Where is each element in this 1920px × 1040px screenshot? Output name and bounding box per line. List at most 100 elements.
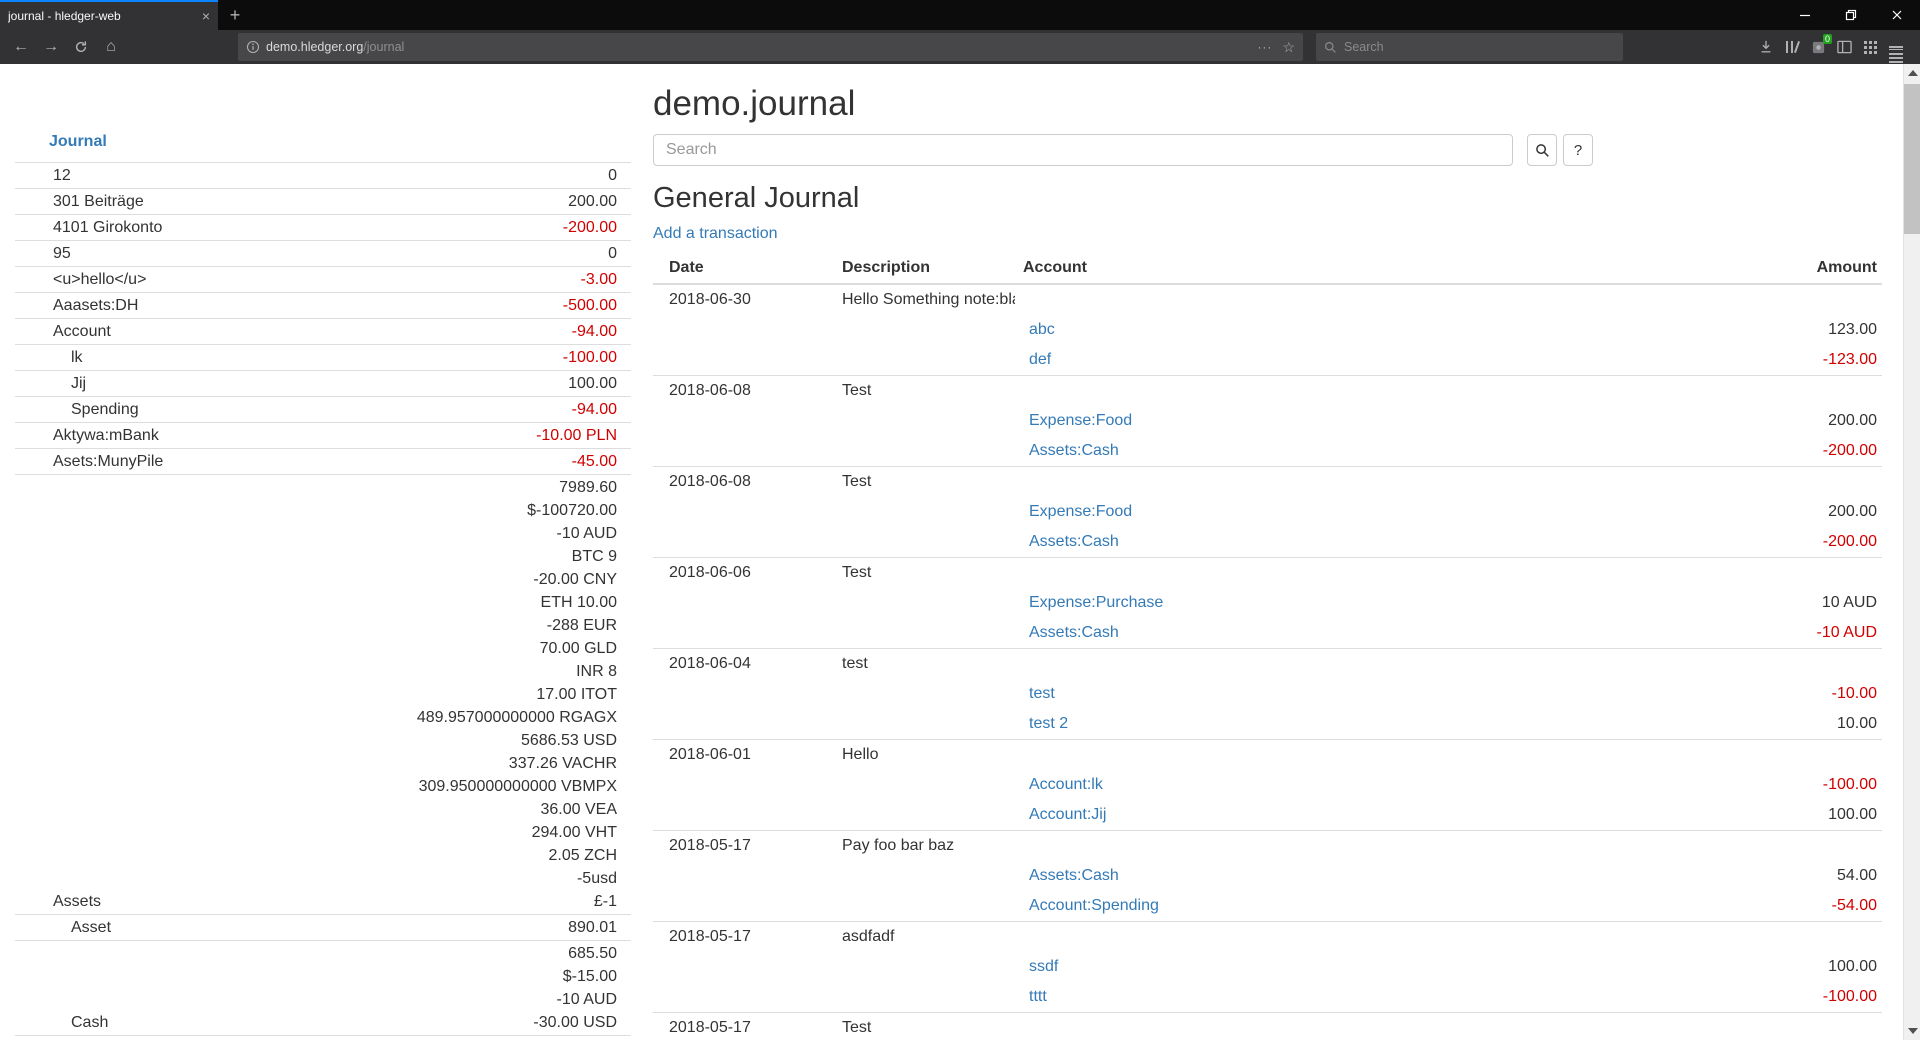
empty-cell [653, 436, 834, 467]
sidebar-account-link[interactable]: 4101 Girokonto [15, 216, 162, 239]
site-info-icon[interactable] [246, 40, 260, 54]
transaction-description: test [834, 649, 1015, 680]
transaction-date: 2018-05-17 [653, 922, 834, 953]
bookmark-star-icon[interactable]: ☆ [1282, 39, 1295, 56]
posting-account-link[interactable]: test 2 [1029, 715, 1068, 732]
window-minimize-button[interactable] [1782, 0, 1828, 30]
posting-account-link[interactable]: tttt [1029, 988, 1047, 1005]
empty-cell [653, 406, 834, 436]
sidebar-account-link[interactable]: Aaasets:DH [15, 294, 138, 317]
url-path: /journal [363, 40, 404, 54]
forward-icon[interactable]: → [36, 33, 66, 61]
sidebar-account-link[interactable]: 95 [15, 242, 71, 265]
posting-account-link[interactable]: ssdf [1029, 958, 1058, 975]
balance-amount: -10 AUD [533, 988, 617, 1011]
window-close-button[interactable] [1874, 0, 1920, 30]
posting-account-link[interactable]: Expense:Food [1029, 412, 1132, 429]
home-icon[interactable]: ⌂ [96, 33, 126, 61]
posting-account-link[interactable]: Account:lk [1029, 776, 1103, 793]
empty-cell [834, 315, 1015, 345]
sidebar-account-row: <u>hello</u>-3.00 [15, 266, 631, 292]
sidebar-account-link[interactable]: Jij [15, 372, 86, 395]
sidebar-account-link[interactable]: 12 [15, 164, 71, 187]
posting-account-link[interactable]: abc [1029, 321, 1055, 338]
empty-cell [834, 982, 1015, 1013]
sidebar-account-link[interactable]: Asset [15, 916, 111, 939]
library-icon[interactable] [1779, 33, 1805, 61]
empty-cell [1015, 558, 1642, 589]
browser-tab[interactable]: journal - hledger-web × [0, 0, 218, 30]
posting-account-link[interactable]: Expense:Purchase [1029, 594, 1163, 611]
empty-cell [834, 770, 1015, 800]
posting-account-link[interactable]: def [1029, 351, 1051, 368]
tab-close-icon[interactable]: × [202, 8, 210, 24]
posting-account-link[interactable]: Expense:Food [1029, 503, 1132, 520]
posting-amount: -10.00 [1642, 679, 1882, 709]
transaction-date: 2018-06-08 [653, 376, 834, 407]
window-restore-button[interactable] [1828, 0, 1874, 30]
sidebar-account-link[interactable]: Asets:MunyPile [15, 450, 163, 473]
sidebar-account-link[interactable]: 301 Beiträge [15, 190, 144, 213]
posting-amount: -100.00 [1642, 982, 1882, 1013]
posting-account-link[interactable]: Assets:Cash [1029, 867, 1119, 884]
vertical-scrollbar[interactable] [1903, 64, 1920, 1040]
sidebar-account-link[interactable]: Cash [15, 1011, 108, 1034]
sidebar-account-balance: -45.00 [572, 450, 631, 473]
empty-cell [653, 497, 834, 527]
posting-account-link[interactable]: Assets:Cash [1029, 533, 1119, 550]
journal-search-input[interactable] [653, 134, 1513, 166]
browser-search-bar[interactable]: Search [1316, 33, 1623, 61]
scrollbar-thumb[interactable] [1904, 84, 1920, 234]
sidebar-account-balance: -94.00 [572, 320, 631, 343]
sidebar-journal-link[interactable]: Journal [15, 130, 631, 162]
navigation-toolbar: ← → ⌂ demo.hledger.org/journal ··· ☆ Sea… [0, 30, 1920, 64]
posting-row: Account:lk-100.00 [653, 770, 1882, 800]
posting-account-link[interactable]: Assets:Cash [1029, 624, 1119, 641]
page-actions-icon[interactable]: ··· [1257, 40, 1272, 54]
sidebar-account-row: 301 Beiträge 200.00 [15, 188, 631, 214]
address-bar[interactable]: demo.hledger.org/journal ··· ☆ [238, 33, 1303, 61]
posting-account-link[interactable]: Account:Jij [1029, 806, 1106, 823]
add-transaction-link[interactable]: Add a transaction [653, 225, 778, 243]
posting-account-link[interactable]: Assets:Cash [1029, 442, 1119, 459]
sidebar-account-link[interactable]: Assets [15, 890, 101, 913]
sidebar-account-balance: -200.00 [563, 216, 631, 239]
balance-amount: 100.00 [568, 372, 617, 395]
extension-icon[interactable]: 0 [1805, 33, 1831, 61]
search-help-button[interactable]: ? [1563, 134, 1593, 166]
journal-search-button[interactable] [1527, 134, 1557, 166]
sidebar-account-balance: 200.00 [568, 190, 631, 213]
menu-hamburger-icon[interactable] [1883, 33, 1909, 61]
apps-grid-icon[interactable] [1857, 33, 1883, 61]
sidebar-toggle-icon[interactable] [1831, 33, 1857, 61]
transaction-description: Test [834, 376, 1015, 407]
balance-amount: 200.00 [568, 190, 617, 213]
reload-icon[interactable] [66, 33, 96, 61]
scrollbar-up-arrow-icon[interactable] [1908, 70, 1918, 76]
sidebar-account-link[interactable]: Spending [15, 398, 139, 421]
posting-account-cell: Assets:Cash [1015, 436, 1642, 467]
page-title: demo.journal [653, 84, 1882, 124]
empty-cell [653, 861, 834, 891]
sidebar-account-balance: -500.00 [563, 294, 631, 317]
balance-amount: -30.00 USD [533, 1011, 617, 1034]
empty-cell [653, 315, 834, 345]
empty-cell [1642, 922, 1882, 953]
transaction-description: Hello Something note:blah [834, 284, 1015, 315]
sidebar-account-link[interactable]: lk [15, 346, 83, 369]
sidebar-account-link[interactable]: <u>hello</u> [15, 268, 146, 291]
main-content: demo.journal ? General Journal Add a tra… [653, 64, 1882, 1040]
posting-account-link[interactable]: Account:Spending [1029, 897, 1159, 914]
transaction-description: asdfadf [834, 922, 1015, 953]
back-icon[interactable]: ← [6, 33, 36, 61]
posting-account-link[interactable]: test [1029, 685, 1055, 702]
new-tab-button[interactable]: + [218, 0, 252, 30]
balance-amount: 70.00 GLD [417, 637, 617, 660]
balance-amount: $-100720.00 [417, 499, 617, 522]
sidebar-account-link[interactable]: Aktywa:mBank [15, 424, 159, 447]
posting-amount: -200.00 [1642, 436, 1882, 467]
sidebar-account-link[interactable]: Account [15, 320, 111, 343]
scrollbar-down-arrow-icon[interactable] [1908, 1028, 1918, 1034]
downloads-icon[interactable] [1753, 33, 1779, 61]
posting-amount: 200.00 [1642, 497, 1882, 527]
